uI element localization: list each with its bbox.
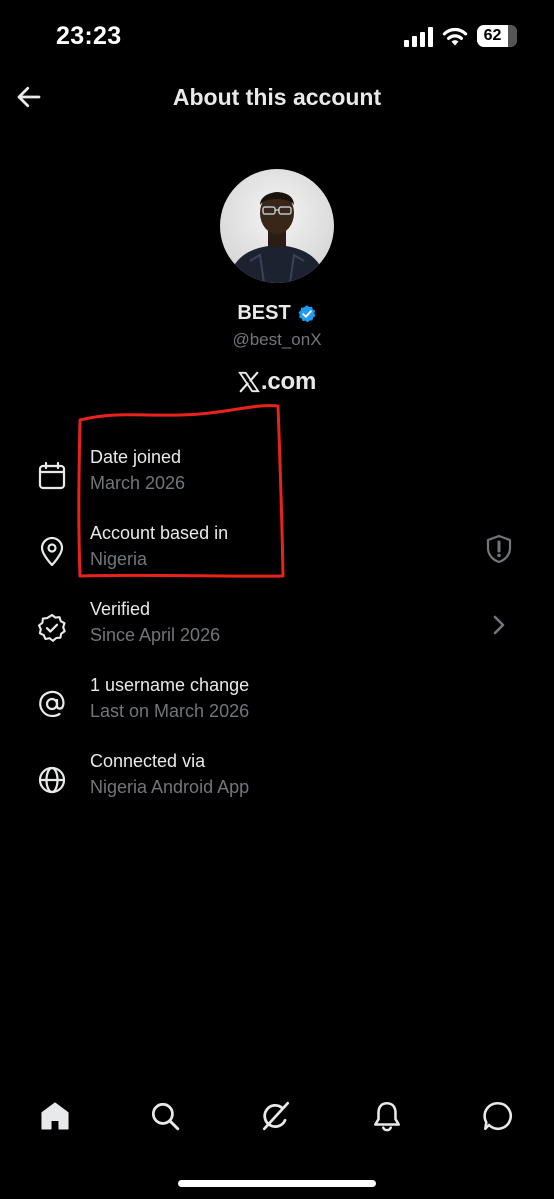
row-subtitle: Last on March 2026 xyxy=(90,701,250,721)
row-subtitle: Since April 2026 xyxy=(90,625,221,645)
grok-icon xyxy=(262,1101,290,1131)
handle: @best_onX xyxy=(232,330,322,349)
location-pin-icon xyxy=(40,536,64,567)
nav-search[interactable] xyxy=(135,1086,195,1146)
cellular-signal-icon xyxy=(404,27,433,47)
row-title: Date joined xyxy=(90,447,182,467)
nav-messages[interactable] xyxy=(468,1086,528,1146)
display-name: BEST xyxy=(237,302,291,324)
messages-icon xyxy=(483,1101,512,1131)
home-indicator xyxy=(178,1180,376,1187)
info-row-verified[interactable]: Verified Since April 2026 xyxy=(0,599,554,661)
row-subtitle: Nigeria xyxy=(90,549,148,569)
calendar-icon xyxy=(38,461,66,490)
info-row-account-based-in: Account based in Nigeria xyxy=(0,523,554,585)
battery-indicator: 62 xyxy=(477,25,517,47)
row-title: Verified xyxy=(90,599,151,619)
nav-home[interactable] xyxy=(25,1086,85,1146)
bottom-nav xyxy=(0,1086,554,1146)
display-name-row: BEST xyxy=(0,302,554,325)
info-row-date-joined: Date joined March 2026 xyxy=(0,447,554,509)
platform-label: .com xyxy=(260,368,317,395)
row-subtitle: March 2026 xyxy=(90,473,186,493)
verified-badge-icon xyxy=(298,304,316,322)
row-title: Account based in xyxy=(90,523,229,543)
nav-notifications[interactable] xyxy=(357,1086,417,1146)
search-icon xyxy=(151,1102,180,1131)
status-bar: 23:23 62 xyxy=(0,0,554,75)
info-row-connected-via: Connected via Nigeria Android App xyxy=(0,751,554,813)
row-title: Connected via xyxy=(90,751,206,771)
avatar[interactable] xyxy=(220,169,334,283)
globe-icon xyxy=(38,766,66,794)
avatar-photo xyxy=(228,192,326,283)
page-title: About this account xyxy=(172,84,382,110)
wifi-icon xyxy=(442,27,468,46)
nav-grok[interactable] xyxy=(246,1086,306,1146)
x-logo-icon xyxy=(237,371,260,393)
home-icon xyxy=(41,1102,69,1130)
verified-badge-outline-icon xyxy=(37,613,66,642)
chevron-right-icon xyxy=(493,615,505,635)
bell-icon xyxy=(374,1101,400,1132)
shield-alert-icon[interactable] xyxy=(482,532,516,566)
platform-row: .com xyxy=(0,368,554,396)
battery-level: 62 xyxy=(483,27,502,44)
info-row-username-change: 1 username change Last on March 2026 xyxy=(0,675,554,737)
row-title: 1 username change xyxy=(90,675,250,695)
row-subtitle: Nigeria Android App xyxy=(90,777,250,797)
status-time: 23:23 xyxy=(56,22,122,50)
at-sign-icon xyxy=(39,690,65,718)
